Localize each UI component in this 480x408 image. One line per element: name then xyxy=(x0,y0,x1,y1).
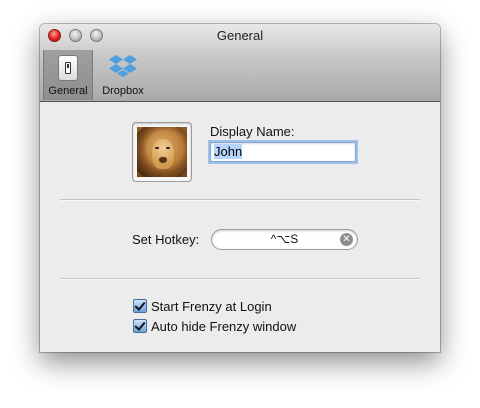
hotkey-value: ^⌥S xyxy=(270,232,299,246)
checkbox-label: Auto hide Frenzy window xyxy=(151,318,297,334)
start-at-login-option[interactable]: Start Frenzy at Login xyxy=(133,298,272,314)
clear-icon[interactable]: ✕ xyxy=(340,233,353,246)
avatar xyxy=(137,127,187,177)
toolbar-tab-label: General xyxy=(48,85,88,97)
checkbox[interactable] xyxy=(133,299,147,313)
display-name-value: John xyxy=(214,144,243,159)
separator xyxy=(60,278,420,280)
window-title: General xyxy=(216,28,264,43)
preferences-window: General General Dropbox Display Name: Jo… xyxy=(40,24,440,352)
hotkey-label: Set Hotkey: xyxy=(132,232,200,247)
dropbox-icon xyxy=(109,55,137,77)
separator xyxy=(60,199,420,201)
toolbar-tab-general[interactable]: General xyxy=(43,50,93,100)
display-name-field[interactable]: John xyxy=(210,142,356,162)
title-bar[interactable]: General General Dropbox xyxy=(40,24,440,102)
display-name-label: Display Name: xyxy=(210,124,295,139)
toolbar-tab-label: Dropbox xyxy=(102,85,144,97)
avatar-well[interactable] xyxy=(132,122,192,182)
hotkey-field[interactable]: ^⌥S ✕ xyxy=(211,229,358,250)
checkbox[interactable] xyxy=(133,319,147,333)
toolbar-tab-dropbox[interactable]: Dropbox xyxy=(98,50,148,100)
switch-icon xyxy=(58,55,78,81)
auto-hide-option[interactable]: Auto hide Frenzy window xyxy=(133,318,296,334)
checkbox-label: Start Frenzy at Login xyxy=(151,298,272,314)
